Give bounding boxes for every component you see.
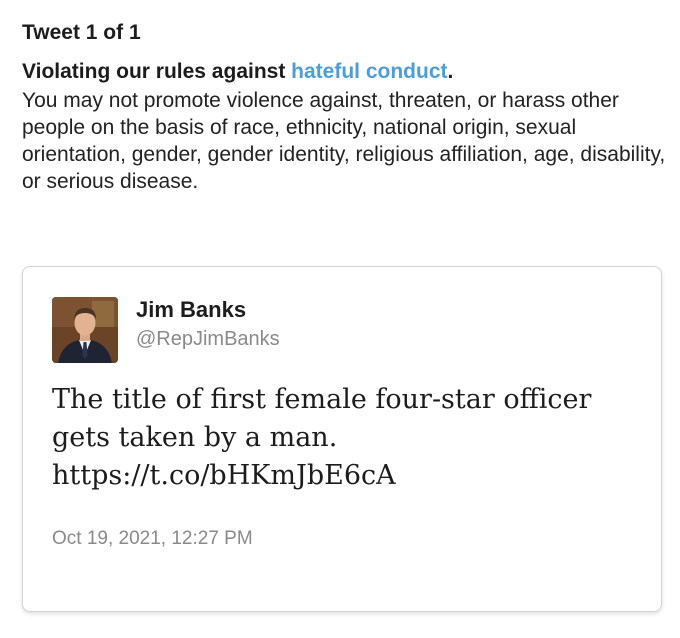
user-photo-icon — [52, 297, 118, 363]
tweet-url-link[interactable]: https://t.co/bHKmJbE6cA — [52, 457, 642, 495]
tweet-text: The title of first female four-star offi… — [52, 381, 642, 495]
hateful-conduct-link[interactable]: hateful conduct — [291, 60, 447, 83]
avatar[interactable] — [52, 297, 118, 363]
tweet-count-heading: Tweet 1 of 1 — [22, 21, 141, 44]
violation-prefix: Violating our rules against — [22, 60, 292, 83]
violation-notice: Tweet 1 of 1 Violating our rules against… — [22, 20, 672, 195]
author-name[interactable]: Jim Banks — [136, 297, 246, 323]
tweet-text-line: The title of first female four-star offi… — [52, 384, 592, 415]
violation-description: You may not promote violence against, th… — [22, 89, 666, 193]
violation-title: Violating our rules against hateful cond… — [22, 58, 672, 86]
tweet-text-line: gets taken by a man. — [52, 422, 338, 453]
author-handle[interactable]: @RepJimBanks — [136, 328, 280, 351]
tweet-card[interactable]: Jim Banks @RepJimBanks The title of firs… — [22, 266, 662, 612]
violation-suffix: . — [447, 60, 454, 83]
tweet-timestamp: Oct 19, 2021, 12:27 PM — [52, 528, 253, 549]
